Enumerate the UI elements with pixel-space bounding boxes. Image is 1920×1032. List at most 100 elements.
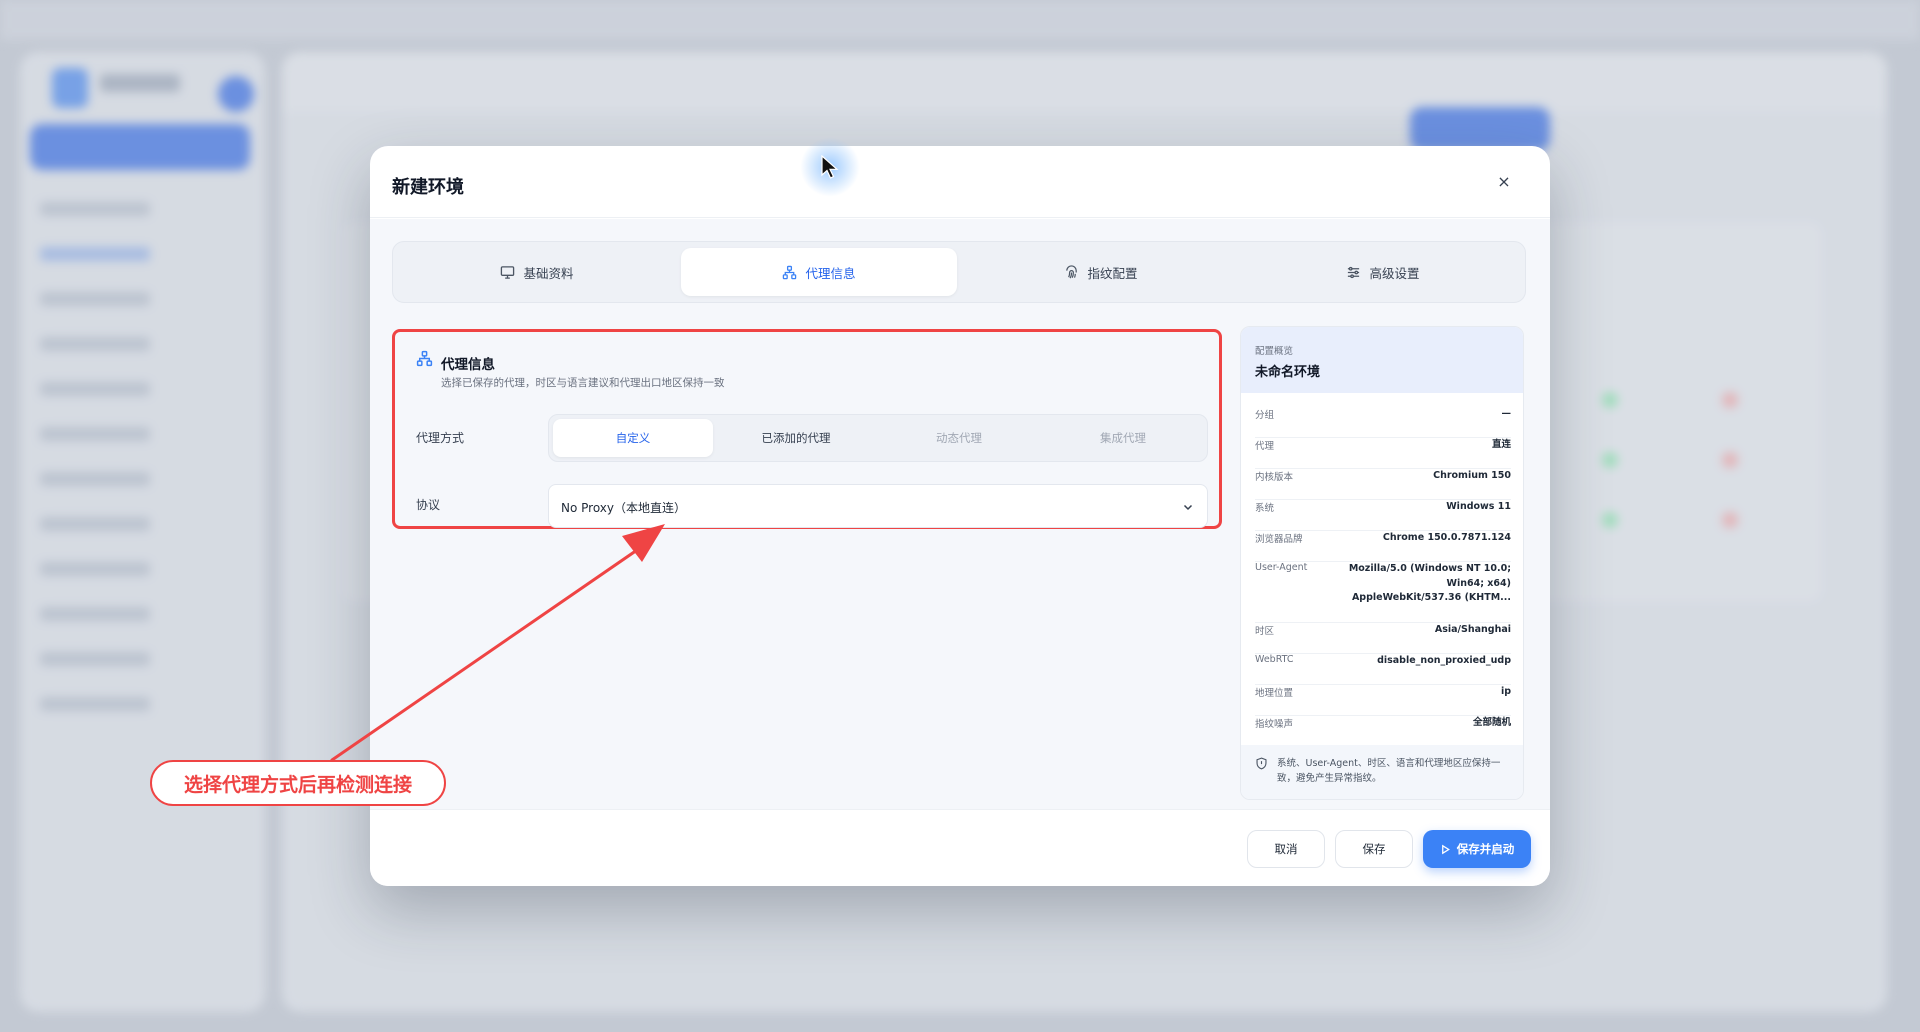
annotation-callout: 选择代理方式后再检测连接 <box>150 760 446 806</box>
dialog-header: 新建环境 × <box>370 146 1550 218</box>
background-nav-item <box>40 382 150 396</box>
background-status-dot <box>1602 452 1618 468</box>
shield-icon <box>1256 757 1267 770</box>
user-agent-line: AppleWebKit/537.36 (KHTM... <box>1351 592 1511 603</box>
summary-value: — <box>1501 408 1512 419</box>
background-nav-item <box>40 517 150 531</box>
summary-row: User-Agent Mozilla/5.0 (Windows NT 10.0;… <box>1255 562 1511 623</box>
background-titlebar <box>0 0 1920 40</box>
summary-row: 内核版本 Chromium 150 <box>1255 469 1511 500</box>
summary-value: Windows 11 <box>1446 501 1511 512</box>
tab-advanced[interactable]: 高级设置 <box>1245 248 1521 296</box>
fingerprint-icon <box>1066 264 1078 278</box>
summary-key: 浏览器品牌 <box>1255 534 1303 545</box>
background-nav-item <box>40 562 150 576</box>
summary-key: 地理位置 <box>1255 688 1294 699</box>
background-sidebar <box>20 52 265 1012</box>
background-new-button <box>30 124 250 170</box>
summary-row: 分组 — <box>1255 407 1511 438</box>
tab-label: 指纹配置 <box>1087 265 1138 281</box>
dialog-footer: 取消 保存 保存并启动 <box>370 809 1550 886</box>
chevron-down-icon <box>1183 504 1193 511</box>
protocol-select[interactable]: No Proxy（本地直连） <box>548 484 1208 528</box>
dialog-tabs: 基础资料 代理信息 指纹配置 高级设置 <box>392 241 1526 303</box>
background-logo-text <box>100 74 180 92</box>
summary-key: User-Agent <box>1255 562 1308 573</box>
background-status-dot <box>1722 392 1738 408</box>
user-agent-line: Mozilla/5.0 (Windows NT 10.0; <box>1348 563 1511 574</box>
tab-label: 基础资料 <box>523 265 574 281</box>
tab-proxy-info[interactable]: 代理信息 <box>681 248 957 296</box>
tab-fingerprint[interactable]: 指纹配置 <box>963 248 1239 296</box>
background-nav-item <box>40 202 150 216</box>
summary-value: ip <box>1500 686 1511 697</box>
summary-row: 时区 Asia/Shanghai <box>1255 623 1511 654</box>
background-status-dot <box>1602 512 1618 528</box>
proxy-mode-integrated[interactable]: 集成代理 <box>1043 419 1203 457</box>
summary-key: WebRTC <box>1255 654 1294 665</box>
proxy-mode-dynamic[interactable]: 动态代理 <box>879 419 1039 457</box>
background-nav-item <box>40 247 150 261</box>
save-button[interactable]: 保存 <box>1335 830 1413 868</box>
background-status-dot <box>1722 512 1738 528</box>
tab-label: 代理信息 <box>805 265 856 281</box>
summary-value: Chrome 150.0.7871.124 <box>1382 532 1511 543</box>
sliders-icon <box>1348 266 1360 278</box>
summary-row: WebRTC disable_non_proxied_udp <box>1255 654 1511 685</box>
summary-value: 全部随机 <box>1472 717 1511 728</box>
new-environment-dialog: 新建环境 × 基础资料 代理信息 指纹配置 高级设置 代理信息 选择已保存的代理… <box>370 146 1550 886</box>
protocol-label: 协议 <box>416 498 441 512</box>
background-logo <box>52 68 88 108</box>
proxy-mode-selector: 自定义 已添加的代理 动态代理 集成代理 <box>548 414 1208 462</box>
dialog-title: 新建环境 <box>392 177 464 198</box>
summary-key: 系统 <box>1255 503 1275 514</box>
proxy-mode-label: 代理方式 <box>416 431 465 445</box>
background-action-button <box>1410 107 1550 151</box>
user-agent-line: Win64; x64) <box>1446 577 1511 589</box>
save-and-start-button[interactable]: 保存并启动 <box>1423 830 1531 868</box>
background-nav-item <box>40 337 150 351</box>
section-subtitle: 选择已保存的代理，时区与语言建议和代理出口地区保持一致 <box>441 377 725 389</box>
summary-note: 系统、User-Agent、时区、语言和代理地区应保持一致，避免产生异常指纹。 <box>1241 745 1523 799</box>
network-icon <box>783 265 797 279</box>
protocol-value: No Proxy（本地直连） <box>561 501 687 515</box>
summary-key: 时区 <box>1255 626 1275 637</box>
summary-caption: 配置概览 <box>1255 346 1294 357</box>
mouse-cursor-icon <box>821 155 839 179</box>
summary-key: 内核版本 <box>1255 472 1294 483</box>
play-icon <box>1441 844 1450 854</box>
background-status-dot <box>1602 392 1618 408</box>
monitor-icon <box>501 265 515 279</box>
tab-basic-info[interactable]: 基础资料 <box>399 248 675 296</box>
proxy-info-section: 代理信息 选择已保存的代理，时区与语言建议和代理出口地区保持一致 代理方式 自定… <box>392 329 1222 529</box>
summary-row: 指纹噪声 全部随机 <box>1255 716 1511 742</box>
summary-value: Asia/Shanghai <box>1434 624 1511 635</box>
summary-value: Mozilla/5.0 (Windows NT 10.0; Win64; x64… <box>1349 562 1511 606</box>
network-icon <box>416 350 433 367</box>
summary-key: 分组 <box>1255 410 1275 421</box>
background-nav-item <box>40 607 150 621</box>
summary-row: 浏览器品牌 Chrome 150.0.7871.124 <box>1255 531 1511 562</box>
summary-key: 指纹噪声 <box>1255 719 1294 730</box>
summary-key: 代理 <box>1255 441 1275 452</box>
summary-value: Chromium 150 <box>1433 470 1511 481</box>
summary-value: 直连 <box>1491 439 1511 450</box>
proxy-mode-custom[interactable]: 自定义 <box>553 419 713 457</box>
background-nav-item <box>40 292 150 306</box>
dialog-body: 基础资料 代理信息 指纹配置 高级设置 代理信息 选择已保存的代理，时区与语言建… <box>370 219 1550 809</box>
summary-title: 未命名环境 <box>1255 365 1321 380</box>
proxy-mode-saved[interactable]: 已添加的代理 <box>716 419 876 457</box>
summary-note-text: 系统、User-Agent、时区、语言和代理地区应保持一致，避免产生异常指纹。 <box>1277 758 1501 784</box>
background-status-dot <box>1722 452 1738 468</box>
background-nav-item <box>40 472 150 486</box>
summary-row: 系统 Windows 11 <box>1255 500 1511 531</box>
background-avatar <box>218 76 254 112</box>
cancel-button[interactable]: 取消 <box>1247 830 1325 868</box>
close-icon[interactable]: × <box>1492 170 1516 194</box>
summary-row: 代理 直连 <box>1255 438 1511 469</box>
background-topbar <box>282 52 1887 112</box>
config-summary-panel: 配置概览 未命名环境 分组 — 代理 直连 内核版本 Chromium 150 … <box>1240 326 1524 800</box>
summary-value: disable_non_proxied_udp <box>1377 655 1511 666</box>
summary-row: 地理位置 ip <box>1255 685 1511 716</box>
summary-header: 配置概览 未命名环境 <box>1241 327 1523 393</box>
